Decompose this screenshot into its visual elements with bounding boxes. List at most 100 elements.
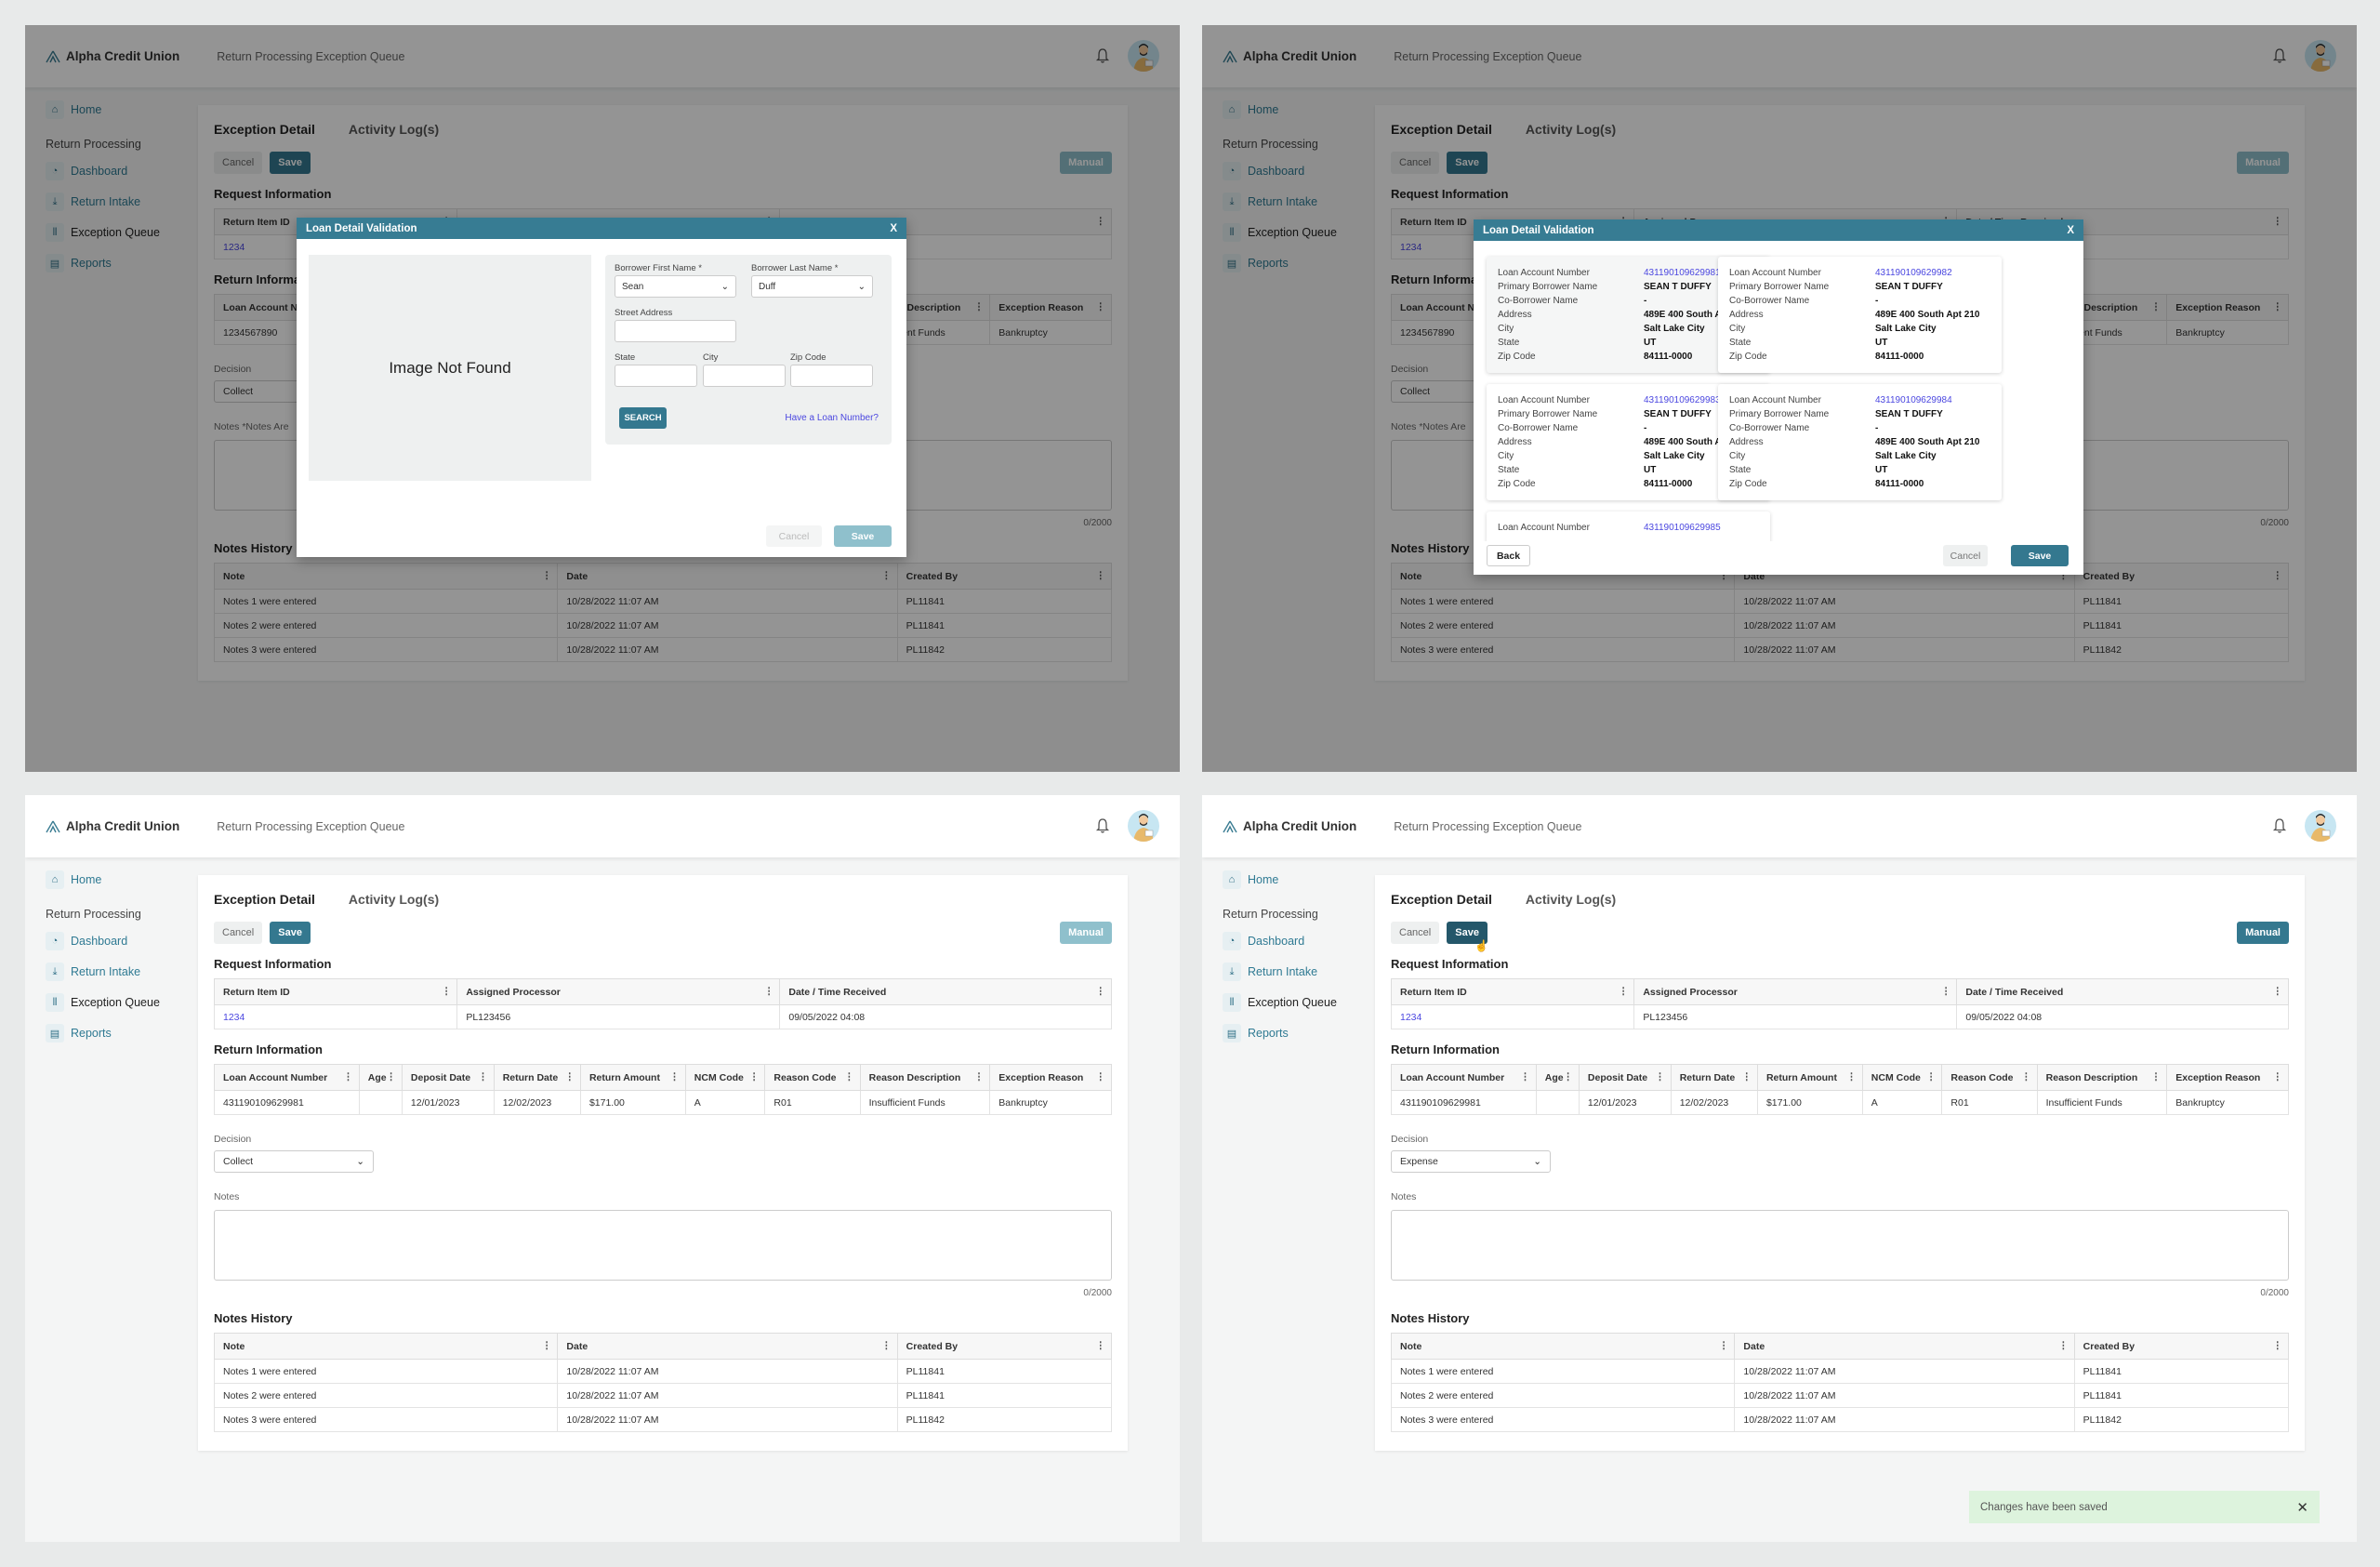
column-menu-icon[interactable]: ⋮ <box>844 1071 854 1082</box>
loan-number-link[interactable]: 431190109629984 <box>1875 395 1952 405</box>
column-menu-icon[interactable]: ⋮ <box>1655 1071 1665 1082</box>
manual-button[interactable]: Manual <box>1060 922 1112 944</box>
field-label: State <box>1729 338 1752 348</box>
zip-code-input[interactable] <box>790 365 873 387</box>
column-menu-icon[interactable]: ⋮ <box>2021 1071 2031 1082</box>
loan-result-card[interactable]: Loan Account Number 431190109629982 Primar… <box>1718 257 2002 373</box>
column-menu-icon[interactable]: ⋮ <box>764 986 774 997</box>
col-exception-reason: Exception Reason ⋮ <box>989 1064 1112 1091</box>
return-item-id-link[interactable]: 1234 <box>213 1004 458 1029</box>
column-menu-icon[interactable]: ⋮ <box>2151 1071 2162 1082</box>
loan-number-link[interactable]: 431190109629982 <box>1875 268 1952 278</box>
column-menu-icon[interactable]: ⋮ <box>343 1071 353 1082</box>
loan-number-link[interactable]: 431190109629981 <box>1644 268 1721 278</box>
notes-textarea[interactable] <box>214 1210 1112 1281</box>
field-value: Salt Lake City <box>1875 451 1937 461</box>
column-menu-icon[interactable]: ⋮ <box>1563 1071 1573 1082</box>
column-menu-icon[interactable]: ⋮ <box>386 1071 396 1082</box>
modal-save-button[interactable]: Save <box>834 525 892 547</box>
column-menu-icon[interactable]: ⋮ <box>1941 986 1951 997</box>
state-input[interactable] <box>615 365 697 387</box>
notes-label: Notes <box>214 1191 240 1202</box>
bell-icon[interactable] <box>2272 817 2287 834</box>
sidebar-item-reports[interactable]: ▤ Reports <box>46 1020 181 1046</box>
back-button[interactable]: Back <box>1487 545 1530 566</box>
modal-cancel-button[interactable]: Cancel <box>766 525 822 547</box>
column-menu-icon[interactable]: ⋮ <box>2273 1340 2283 1351</box>
modal-save-button[interactable]: Save <box>2011 545 2069 566</box>
close-icon[interactable]: ✕ <box>2296 1499 2308 1516</box>
sidebar-item-return-intake[interactable]: ⤓ Return Intake <box>1223 959 1358 985</box>
modal-cancel-button[interactable]: Cancel <box>1943 545 1988 566</box>
cancel-button[interactable]: Cancel <box>1391 922 1440 944</box>
search-button[interactable]: SEARCH <box>619 407 667 429</box>
col-loan-account-number: Loan Account Number⋮ <box>1391 1064 1537 1091</box>
decision-select[interactable]: Expense ⌄ <box>1391 1150 1551 1173</box>
column-menu-icon[interactable]: ⋮ <box>2273 1071 2283 1082</box>
bell-icon[interactable] <box>1095 817 1110 834</box>
sidebar-item-return-intake[interactable]: ⤓ Return Intake <box>46 959 181 985</box>
close-icon[interactable]: X <box>2067 225 2074 236</box>
save-button[interactable]: Save <box>270 922 311 944</box>
notes-label: Notes <box>1391 1191 1417 1202</box>
loan-result-card[interactable]: Loan Account Number 431190109629984 Primar… <box>1718 384 2002 500</box>
alpha-logo-icon <box>1223 820 1237 832</box>
column-menu-icon[interactable]: ⋮ <box>881 1340 892 1351</box>
column-menu-icon[interactable]: ⋮ <box>1719 1340 1729 1351</box>
column-menu-icon[interactable]: ⋮ <box>542 1340 552 1351</box>
loan-number-link[interactable]: 431190109629983 <box>1644 395 1721 405</box>
brand-logo[interactable]: Alpha Credit Union <box>1223 819 1356 833</box>
city-input[interactable] <box>703 365 786 387</box>
return-item-id-link[interactable]: 1234 <box>1390 1004 1635 1029</box>
manual-button[interactable]: Manual <box>2237 922 2289 944</box>
sidebar-item-dashboard[interactable]: ◔ Dashboard <box>46 928 181 954</box>
street-address-input[interactable] <box>615 320 736 342</box>
col-created-by: Created By ⋮ <box>2073 1333 2290 1360</box>
column-menu-icon[interactable]: ⋮ <box>2273 986 2283 997</box>
sidebar-item-exception-queue[interactable]: ⫴ Exception Queue <box>46 989 181 1016</box>
column-menu-icon[interactable]: ⋮ <box>478 1071 488 1082</box>
field-value: 84111-0000 <box>1875 479 1924 489</box>
user-avatar[interactable] <box>2305 810 2336 842</box>
column-menu-icon[interactable]: ⋮ <box>564 1071 575 1082</box>
column-menu-icon[interactable]: ⋮ <box>1520 1071 1530 1082</box>
column-menu-icon[interactable]: ⋮ <box>1926 1071 1937 1082</box>
column-menu-icon[interactable]: ⋮ <box>1846 1071 1857 1082</box>
column-menu-icon[interactable]: ⋮ <box>442 986 452 997</box>
sidebar-item-reports[interactable]: ▤ Reports <box>1223 1020 1358 1046</box>
user-avatar[interactable] <box>1128 810 1159 842</box>
column-menu-icon[interactable]: ⋮ <box>2058 1340 2069 1351</box>
column-menu-icon[interactable]: ⋮ <box>1096 1340 1106 1351</box>
sidebar-item-home[interactable]: ⌂ Home <box>46 867 181 893</box>
loan-results-list[interactable]: Loan Account Number 431190109629981 Primar… <box>1474 241 2083 541</box>
close-icon[interactable]: X <box>890 223 897 234</box>
cancel-button[interactable]: Cancel <box>214 922 263 944</box>
brand-logo[interactable]: Alpha Credit Union <box>46 819 179 833</box>
field-label: Loan Account Number <box>1498 268 1590 278</box>
column-menu-icon[interactable]: ⋮ <box>669 1071 680 1082</box>
field-value: 84111-0000 <box>1644 479 1693 489</box>
decision-select[interactable]: Collect ⌄ <box>214 1150 374 1173</box>
last-name-select[interactable]: Duff ⌄ <box>751 275 873 298</box>
loan-result-card[interactable]: Loan Account Number 431190109629985 <box>1487 511 1770 541</box>
field-label: Zip Code <box>1729 479 1767 489</box>
field-value: SEAN T DUFFY <box>1875 282 1943 292</box>
sidebar-item-dashboard[interactable]: ◔ Dashboard <box>1223 928 1358 954</box>
field-label: Co-Borrower Name <box>1498 423 1579 433</box>
sidebar-item-home[interactable]: ⌂ Home <box>1223 867 1358 893</box>
loan-number-link[interactable]: 431190109629985 <box>1644 523 1721 533</box>
have-loan-number-link[interactable]: Have a Loan Number? <box>785 413 879 423</box>
column-menu-icon[interactable]: ⋮ <box>749 1071 760 1082</box>
tab-activity-log[interactable]: Activity Log(s) <box>1526 892 1616 907</box>
tab-exception-detail[interactable]: Exception Detail <box>1391 892 1492 907</box>
tab-activity-log[interactable]: Activity Log(s) <box>349 892 439 907</box>
sidebar-item-exception-queue[interactable]: ⫴ Exception Queue <box>1223 989 1358 1016</box>
first-name-select[interactable]: Sean ⌄ <box>615 275 736 298</box>
column-menu-icon[interactable]: ⋮ <box>1619 986 1629 997</box>
column-menu-icon[interactable]: ⋮ <box>974 1071 985 1082</box>
tab-exception-detail[interactable]: Exception Detail <box>214 892 315 907</box>
column-menu-icon[interactable]: ⋮ <box>1096 1071 1106 1082</box>
notes-textarea[interactable] <box>1391 1210 2289 1281</box>
column-menu-icon[interactable]: ⋮ <box>1741 1071 1752 1082</box>
column-menu-icon[interactable]: ⋮ <box>1096 986 1106 997</box>
